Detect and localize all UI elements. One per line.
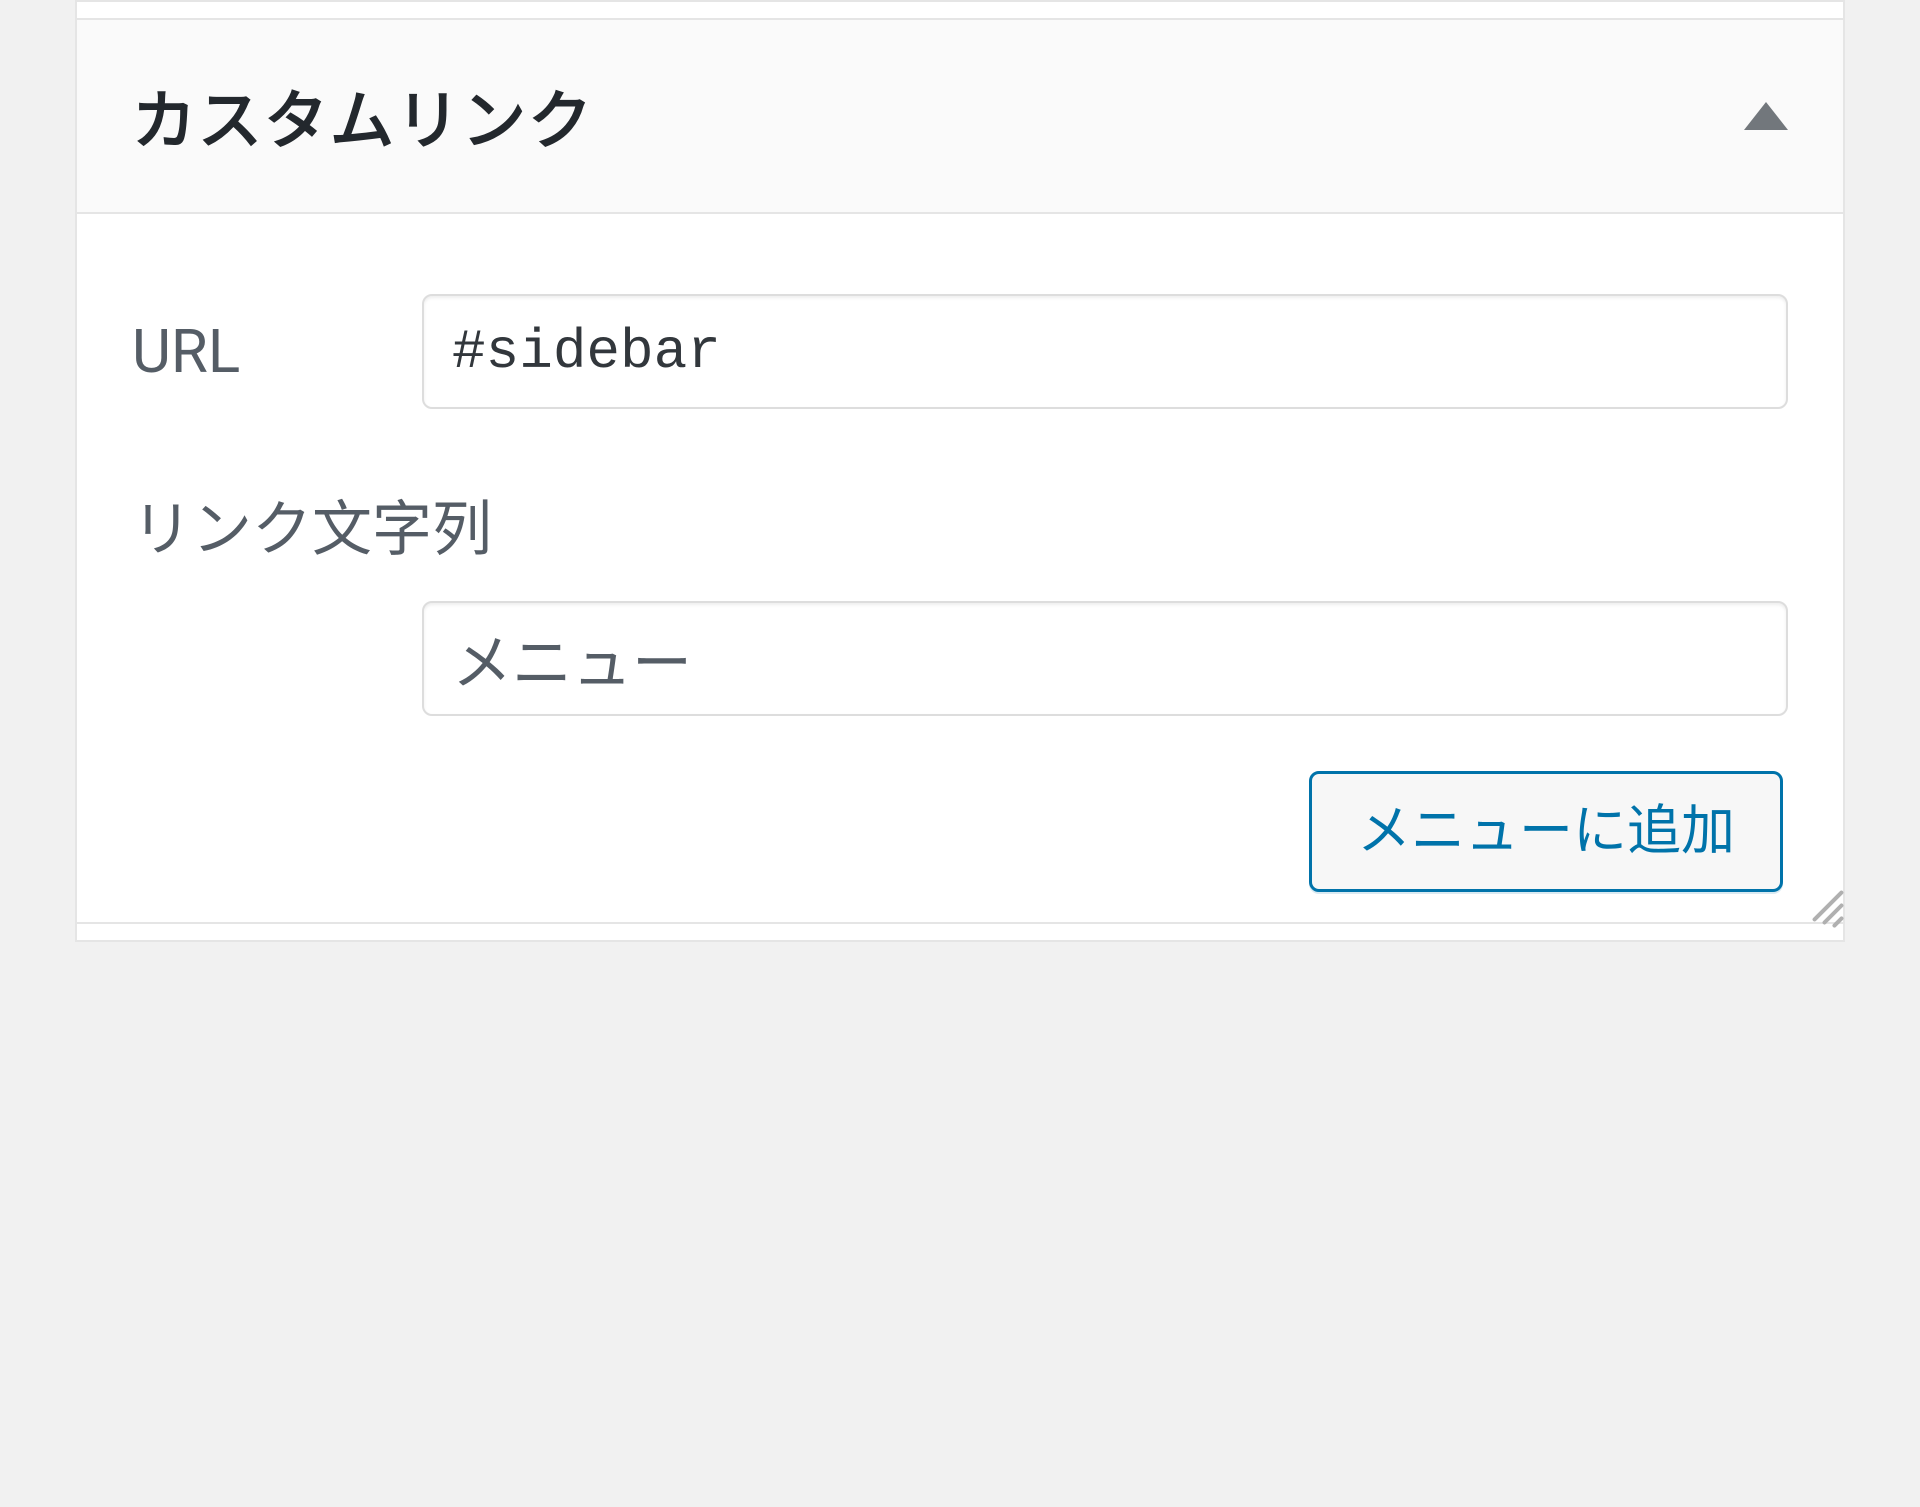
collapse-toggle[interactable] xyxy=(1744,102,1788,130)
link-text-input[interactable] xyxy=(422,601,1788,716)
custom-link-panel-body: URL リンク文字列 メニューに追加 xyxy=(77,214,1843,922)
menu-editor-frame: カスタムリンク URL リンク文字列 メニューに追加 xyxy=(0,0,1920,1507)
link-text-row: リンク文字列 xyxy=(132,494,1788,716)
chevron-up-icon xyxy=(1744,102,1788,130)
button-row: メニューに追加 xyxy=(132,771,1788,892)
panel-title: カスタムリンク xyxy=(132,70,594,162)
resize-grip-icon[interactable] xyxy=(1797,876,1845,924)
link-text-label: リンク文字列 xyxy=(132,494,1788,566)
panel-bottom-edge xyxy=(77,922,1843,940)
url-label: URL xyxy=(132,316,422,388)
custom-link-panel: カスタムリンク URL リンク文字列 メニューに追加 xyxy=(75,0,1845,942)
url-row: URL xyxy=(132,294,1788,409)
url-input[interactable] xyxy=(422,294,1788,409)
custom-link-panel-header[interactable]: カスタムリンク xyxy=(77,18,1843,214)
add-to-menu-button[interactable]: メニューに追加 xyxy=(1309,771,1783,892)
panel-top-edge xyxy=(77,0,1843,18)
